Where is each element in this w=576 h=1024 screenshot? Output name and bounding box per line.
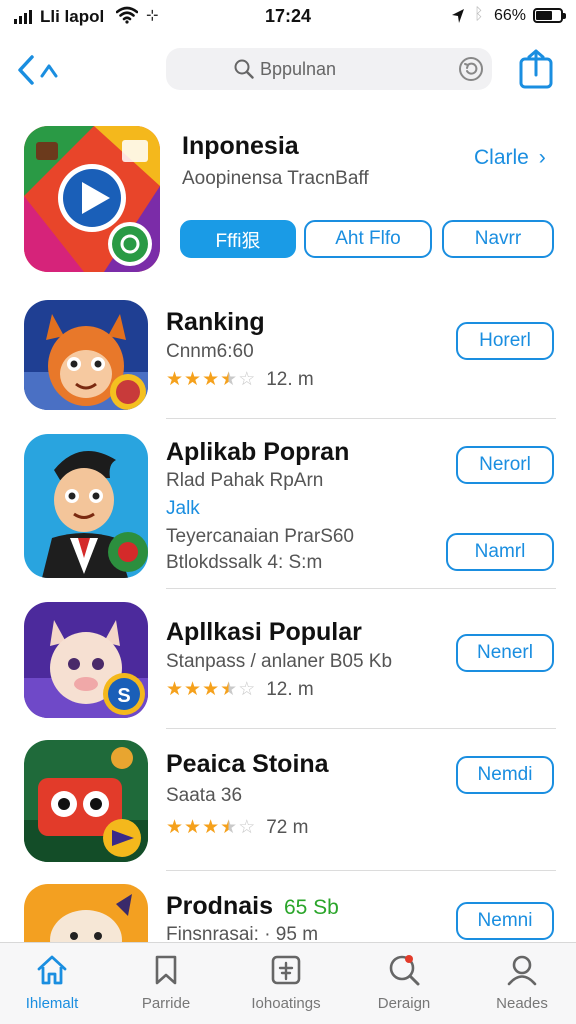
home-icon <box>37 955 67 985</box>
featured-subtitle: Aoopinensa TracnBaff <box>182 168 369 189</box>
secondary-button-aplikab-popran[interactable]: Namrl <box>446 533 554 571</box>
app-description-aplikab-popran: Teyercanaian PrarS60 <box>166 526 354 547</box>
app-title-prodnais-text: Prodnais <box>166 892 273 920</box>
status-time: 17:24 <box>264 6 312 26</box>
nav-bar <box>0 40 576 100</box>
rating-count: 12. m <box>266 678 314 700</box>
tab-bookmarks[interactable]: Parride <box>116 953 216 1017</box>
bluetooth-icon: ᛒ <box>474 6 484 23</box>
status-bar: Lli lapol ⊹ 17:24 ᛒ 66% <box>0 0 576 34</box>
price-tag: 65 Sb <box>283 896 339 919</box>
tab-label: Ihlemalt <box>25 995 79 1012</box>
star-empty-icon: ☆ <box>238 369 256 390</box>
star-half-icon: ★ <box>220 817 238 838</box>
profile-icon <box>507 955 537 986</box>
featured-primary-button[interactable]: Fffi狠 <box>180 220 296 258</box>
featured-title: Inponesia <box>182 132 299 160</box>
star-icon: ★ <box>166 679 184 700</box>
get-button-peaica-stoina[interactable]: Nemdi <box>456 756 554 794</box>
star-icon: ★ <box>166 369 184 390</box>
featured-side-link-label: Clarle <box>474 146 529 169</box>
svg-text:S: S <box>117 685 130 707</box>
star-icon: ★ <box>184 817 202 838</box>
app-icon-aplikasi-popular[interactable]: S <box>24 602 148 718</box>
tab-home[interactable]: Ihlemalt <box>2 953 102 1017</box>
battery-icon <box>533 8 566 23</box>
divider <box>166 418 556 419</box>
app-icon-aplikab-popran[interactable] <box>24 434 148 578</box>
battery-percent: 66% <box>494 7 527 24</box>
search-icon <box>389 955 420 986</box>
rating-stars: ★ ★ ★ ★ ☆ 72 m <box>166 816 308 839</box>
star-icon: ★ <box>202 369 220 390</box>
refresh-icon[interactable] <box>458 56 484 82</box>
star-empty-icon: ☆ <box>238 679 256 700</box>
star-icon: ★ <box>166 817 184 838</box>
get-button-aplikasi-popular[interactable]: Nenerl <box>456 634 554 672</box>
featured-secondary-button[interactable]: Aht Flfo <box>304 220 432 258</box>
app-icon-peaica-stoina[interactable] <box>24 740 148 862</box>
app-subtitle-ranking: Cnnm6:60 <box>166 341 254 362</box>
get-button-ranking[interactable]: Horerl <box>456 322 554 360</box>
search-icon <box>234 59 254 79</box>
rating-count: 72 m <box>266 816 309 838</box>
featured-tertiary-button[interactable]: Navrr <box>442 220 554 258</box>
star-half-icon: ★ <box>220 679 238 700</box>
search-bar[interactable] <box>166 48 492 90</box>
star-icon: ★ <box>202 679 220 700</box>
app-subtitle-aplikasi-popular: Stanpass / anlaner B05 Kb <box>166 651 393 672</box>
tab-label: Deraign <box>377 995 431 1012</box>
app-title-prodnais: Prodnais 65 Sb <box>166 892 339 921</box>
divider <box>166 588 556 589</box>
share-button[interactable] <box>518 49 554 89</box>
get-button-prodnais[interactable]: Nemni <box>456 902 554 940</box>
star-empty-icon: ☆ <box>238 817 256 838</box>
grid-icon <box>271 955 301 985</box>
app-icon-prodnais[interactable] <box>24 884 148 944</box>
tab-search[interactable]: Deraign <box>354 953 454 1017</box>
app-subtitle-peaica-stoina: Saata 36 <box>166 785 243 806</box>
featured-app-icon[interactable] <box>24 126 160 272</box>
star-icon: ★ <box>202 817 220 838</box>
search-input[interactable] <box>260 48 440 90</box>
app-title-ranking: Ranking <box>166 308 265 336</box>
tab-label: Parride <box>141 995 191 1012</box>
app-title-aplikasi-popular: Apllkasi Popular <box>166 618 362 646</box>
rating-stars: ★ ★ ★ ★ ☆ 12. m <box>166 368 314 391</box>
star-icon: ★ <box>184 679 202 700</box>
tab-categories[interactable]: Iohoatings <box>236 953 336 1017</box>
back-button[interactable] <box>14 52 64 88</box>
tab-label: Neades <box>496 995 548 1012</box>
tab-bar: Ihlemalt Parride Iohoatings Deraign Nead… <box>0 942 576 1024</box>
tab-label: Iohoatings <box>251 995 321 1012</box>
rating-stars: ★ ★ ★ ★ ☆ 12. m <box>166 678 314 701</box>
app-title-aplikab-popran: Aplikab Popran <box>166 438 350 466</box>
app-meta-aplikab-popran: Btlokdssalk 4: S:m <box>166 552 323 573</box>
bookmark-icon <box>155 955 177 985</box>
featured-side-link[interactable]: Clarle › <box>474 146 546 170</box>
tab-profile[interactable]: Neades <box>472 953 572 1017</box>
app-tag-aplikab-popran: Jalk <box>166 498 200 519</box>
star-icon: ★ <box>184 369 202 390</box>
divider <box>166 870 556 871</box>
divider <box>166 728 556 729</box>
app-title-peaica-stoina: Peaica Stoina <box>166 750 329 778</box>
get-button-aplikab-popran[interactable]: Nerorl <box>456 446 554 484</box>
location-icon <box>452 9 464 23</box>
chevron-right-icon: › <box>538 146 546 169</box>
app-icon-ranking[interactable] <box>24 300 148 410</box>
rating-count: 12. m <box>266 368 314 390</box>
star-half-icon: ★ <box>220 369 238 390</box>
app-subtitle-aplikab-popran: Rlad Pahak RpArn <box>166 470 324 491</box>
